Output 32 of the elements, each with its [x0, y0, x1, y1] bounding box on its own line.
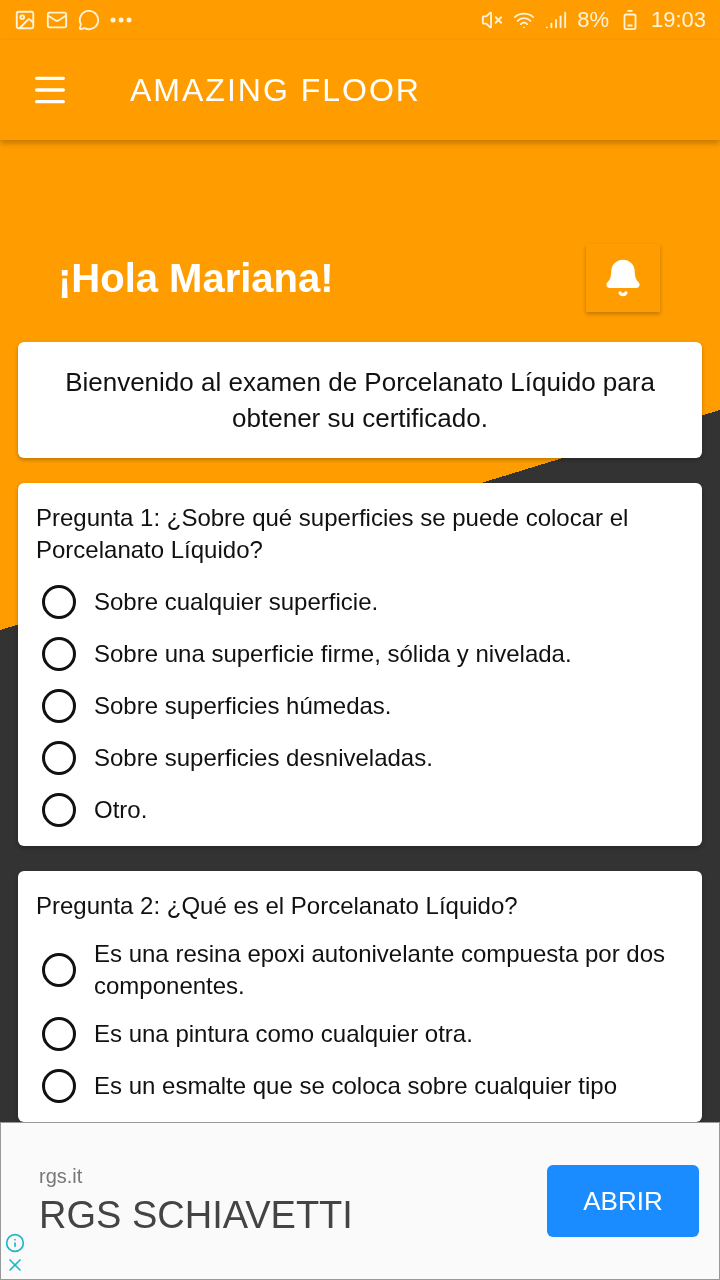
- radio-button[interactable]: [42, 793, 76, 827]
- more-icon: [110, 17, 132, 23]
- answer-option[interactable]: Es una resina epoxi autonivelante compuesta por dos componentes.: [36, 932, 684, 1008]
- answer-option[interactable]: Sobre superficies húmedas.: [36, 680, 684, 732]
- signal-icon: [545, 9, 568, 31]
- answer-option[interactable]: Sobre superficies desniveladas.: [36, 732, 684, 784]
- radio-button[interactable]: [42, 1069, 76, 1103]
- gallery-icon: [14, 9, 36, 31]
- battery-percentage: 8%: [577, 7, 609, 33]
- app-title: AMAZING FLOOR: [130, 71, 421, 109]
- greeting-heading: ¡Hola Mariana!: [58, 255, 334, 301]
- answer-option[interactable]: Sobre cualquier superficie.: [36, 576, 684, 628]
- question-text: Pregunta 1: ¿Sobre qué superficies se puede colocar el Porcelanato Líquido?: [36, 503, 630, 565]
- ad-domain: rgs.it: [39, 1165, 84, 1188]
- clock-time: 19:03: [650, 7, 706, 33]
- chat-icon: [78, 9, 100, 31]
- mute-icon: [481, 9, 504, 31]
- radio-button[interactable]: [42, 637, 76, 671]
- bell-icon: [603, 258, 643, 298]
- answer-option[interactable]: Sobre una superficie firme, sólida y nivelada.: [36, 628, 684, 680]
- answer-option[interactable]: Es una pintura como cualquier otra.: [36, 1008, 684, 1060]
- answer-option[interactable]: Es un esmalte que se coloca sobre cualquier tipo: [36, 1060, 684, 1112]
- ad-headline: RGS SCHIAVETTI: [39, 1194, 354, 1237]
- question-text: Pregunta 2: ¿Qué es el Porcelanato Líquido?: [36, 891, 519, 921]
- radio-button[interactable]: [42, 741, 76, 775]
- mail-icon: [46, 9, 68, 31]
- radio-button[interactable]: [42, 585, 76, 619]
- radio-button[interactable]: [42, 689, 76, 723]
- welcome-message: Bienvenido al examen de Porcelanato Líquido para obtener su certificado.: [18, 342, 702, 458]
- answer-option[interactable]: Otro.: [36, 784, 684, 836]
- radio-button[interactable]: [42, 953, 76, 987]
- radio-button[interactable]: [42, 1017, 76, 1051]
